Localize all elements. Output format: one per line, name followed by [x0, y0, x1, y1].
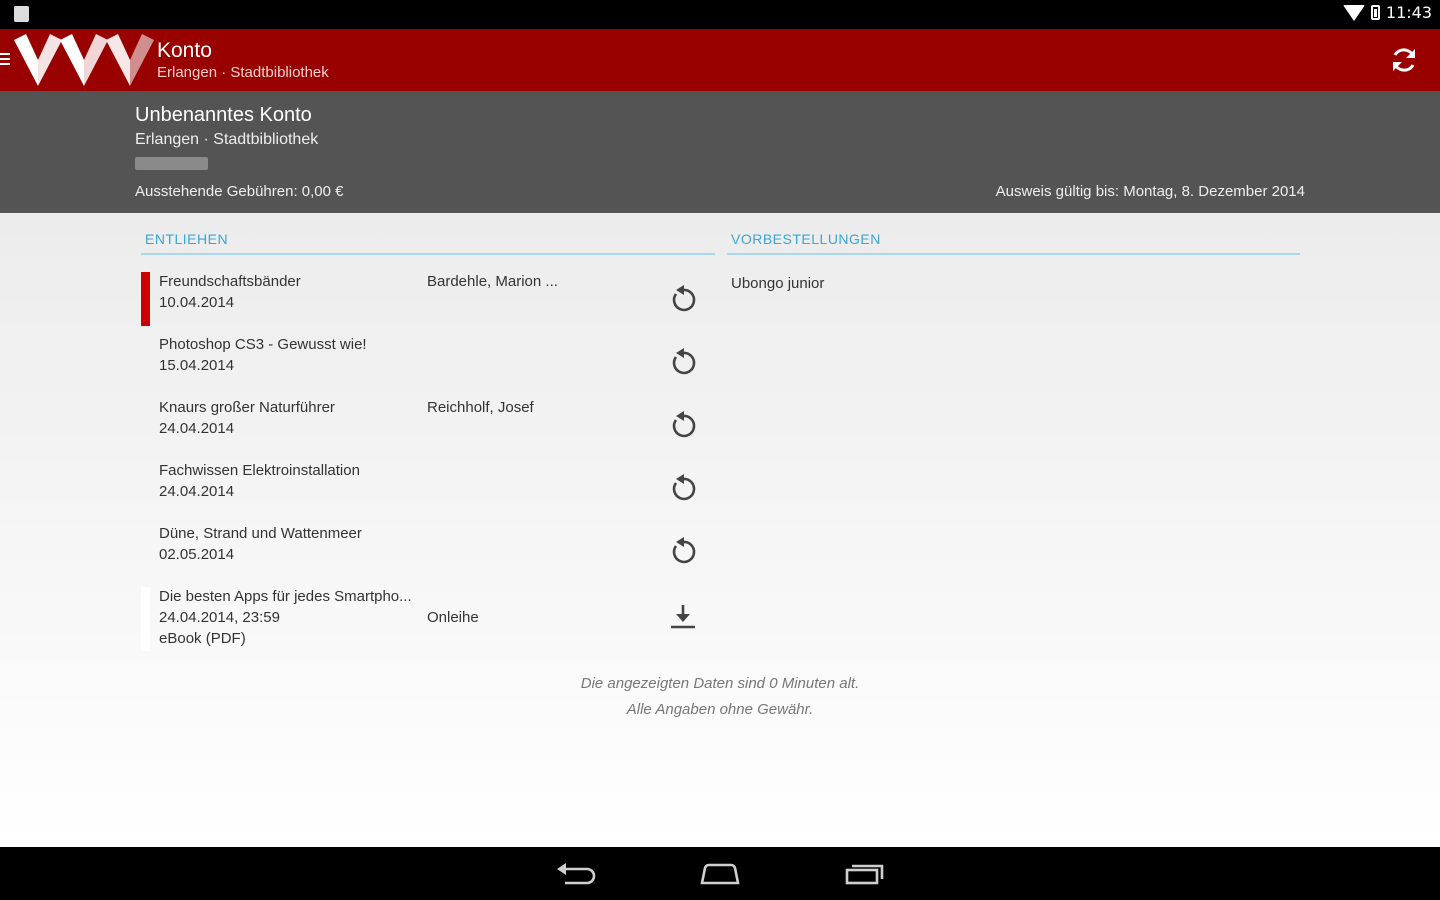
item-due-date: 02.05.2014: [159, 546, 235, 563]
lent-section-heading: ENTLIEHEN: [141, 231, 715, 255]
status-icons: 11:43: [1342, 3, 1432, 22]
lent-item[interactable]: Freundschaftsbänder 10.04.2014 Bardehle,…: [141, 272, 715, 330]
wifi-icon: [1342, 4, 1365, 21]
lent-item[interactable]: Knaurs großer Naturführer 24.04.2014 Rei…: [141, 398, 715, 456]
item-title: Fachwissen Elektroinstallation: [159, 462, 360, 479]
refresh-icon[interactable]: [1388, 44, 1420, 76]
renew-icon[interactable]: [667, 536, 699, 568]
action-bar-title: Konto: [157, 39, 212, 62]
content-area: ENTLIEHEN VORBESTELLUNGEN Freundschaftsb…: [0, 213, 1440, 847]
download-icon[interactable]: [667, 601, 699, 633]
app-logo[interactable]: [12, 32, 154, 88]
valid-label: Ausweis gültig bis:: [995, 183, 1120, 200]
status-marker: [141, 272, 150, 326]
back-icon[interactable]: [553, 859, 599, 889]
notification-icon: [14, 6, 29, 22]
navigation-bar: [0, 847, 1440, 900]
renew-icon[interactable]: [667, 410, 699, 442]
item-due-date: 15.04.2014: [159, 357, 235, 374]
status-marker: [141, 587, 150, 651]
item-title: Photoshop CS3 - Gewusst wie!: [159, 336, 367, 353]
drawer-indicator-icon[interactable]: [0, 53, 10, 68]
item-title: Freundschaftsbänder: [159, 273, 301, 290]
fees-value: 0,00 €: [301, 183, 344, 200]
item-due-date: 24.04.2014, 23:59: [159, 609, 280, 626]
renew-icon[interactable]: [667, 473, 699, 505]
item-type: Onleihe: [427, 609, 479, 626]
account-name: Unbenanntes Konto: [135, 104, 312, 126]
card-valid-until: Ausweis gültig bis: Montag, 8. Dezember …: [996, 183, 1305, 200]
account-header: Unbenanntes Konto Erlangen · Stadtbiblio…: [0, 91, 1440, 213]
reservation-item[interactable]: Ubongo junior: [731, 275, 824, 292]
reservations-section-heading: VORBESTELLUNGEN: [727, 231, 1300, 255]
account-number-redacted: [135, 157, 208, 170]
outstanding-fees: Ausstehende Gebühren: 0,00 €: [135, 183, 344, 200]
item-title: Die besten Apps für jedes Smartpho...: [159, 588, 412, 605]
item-title: Düne, Strand und Wattenmeer: [159, 525, 362, 542]
home-icon[interactable]: [697, 859, 743, 889]
item-due-date: 24.04.2014: [159, 420, 235, 437]
battery-icon: [1370, 5, 1380, 20]
item-author: Reichholf, Josef: [427, 399, 534, 416]
item-due-date: 10.04.2014: [159, 294, 235, 311]
lent-item[interactable]: Die besten Apps für jedes Smartpho... 24…: [141, 587, 715, 655]
renew-icon[interactable]: [667, 347, 699, 379]
lent-item[interactable]: Photoshop CS3 - Gewusst wie! 15.04.2014: [141, 335, 715, 393]
account-library: Erlangen · Stadtbibliothek: [135, 131, 319, 148]
item-title: Knaurs großer Naturführer: [159, 399, 335, 416]
action-bar: Konto Erlangen · Stadtbibliothek: [0, 29, 1440, 91]
data-age-note: Die angezeigten Daten sind 0 Minuten alt…: [580, 675, 860, 692]
action-bar-subtitle: Erlangen · Stadtbibliothek: [157, 64, 329, 81]
renew-icon[interactable]: [667, 284, 699, 316]
item-author: Bardehle, Marion ...: [427, 273, 558, 290]
disclaimer-note: Alle Angaben ohne Gewähr.: [626, 701, 814, 718]
recent-apps-icon[interactable]: [842, 859, 888, 889]
clock: 11:43: [1385, 3, 1432, 22]
item-format: eBook (PDF): [159, 630, 246, 647]
fees-label: Ausstehende Gebühren:: [135, 183, 298, 200]
status-bar: 11:43: [0, 0, 1440, 29]
lent-item[interactable]: Düne, Strand und Wattenmeer 02.05.2014: [141, 524, 715, 582]
lent-item[interactable]: Fachwissen Elektroinstallation 24.04.201…: [141, 461, 715, 519]
item-due-date: 24.04.2014: [159, 483, 235, 500]
valid-value: Montag, 8. Dezember 2014: [1123, 183, 1305, 200]
